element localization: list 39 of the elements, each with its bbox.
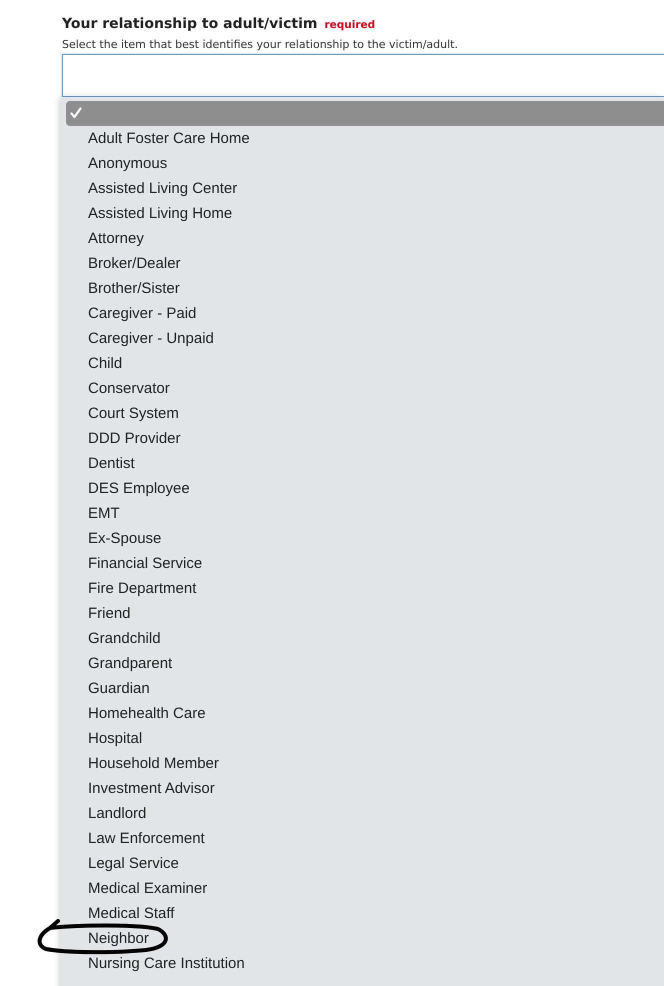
dropdown-option[interactable]: Assisted Living Home [66, 201, 664, 226]
dropdown-option[interactable]: Financial Service [66, 551, 664, 576]
dropdown-option[interactable]: Caregiver - Unpaid [66, 326, 664, 351]
dropdown-option[interactable]: Guardian [66, 676, 664, 701]
dropdown-option[interactable]: Household Member [66, 751, 664, 776]
select-field[interactable] [62, 54, 664, 97]
dropdown-option[interactable]: Medical Examiner [66, 876, 664, 901]
dropdown-option[interactable]: Grandchild [66, 626, 664, 651]
dropdown-option[interactable]: Ex-Spouse [66, 526, 664, 551]
dropdown-option[interactable]: Caregiver - Paid [66, 301, 664, 326]
field-description: Select the item that best identifies your relationship to the victim/adult. [62, 38, 459, 51]
dropdown-option[interactable]: EMT [66, 501, 664, 526]
dropdown-option[interactable]: Attorney [66, 226, 664, 251]
dropdown-option[interactable]: DDD Provider [66, 426, 664, 451]
dropdown-option[interactable]: DES Employee [66, 476, 664, 501]
dropdown-option[interactable]: Medical Staff [66, 901, 664, 926]
dropdown-option[interactable]: Adult Foster Care Home [66, 126, 664, 151]
dropdown-option[interactable]: Court System [66, 401, 664, 426]
dropdown-option[interactable]: Child [66, 351, 664, 376]
dropdown-option[interactable]: Legal Service [66, 851, 664, 876]
dropdown-option[interactable]: Investment Advisor [66, 776, 664, 801]
dropdown-option[interactable]: Grandparent [66, 651, 664, 676]
dropdown-option[interactable]: Brother/Sister [66, 276, 664, 301]
dropdown-option[interactable]: Friend [66, 601, 664, 626]
dropdown-option[interactable]: Assisted Living Center [66, 176, 664, 201]
dropdown-option[interactable]: Anonymous [66, 151, 664, 176]
dropdown-option[interactable]: Conservator [66, 376, 664, 401]
dropdown-option[interactable]: Landlord [66, 801, 664, 826]
field-label: Your relationship to adult/victim [62, 16, 318, 32]
dropdown-option[interactable]: Law Enforcement [66, 826, 664, 851]
required-tag: required [324, 19, 376, 31]
dropdown-option[interactable]: Homehealth Care [66, 701, 664, 726]
dropdown-option[interactable]: Hospital [66, 726, 664, 751]
dropdown-option[interactable]: Nursing Care Institution [66, 951, 664, 976]
check-icon [70, 107, 82, 119]
dropdown-option[interactable]: Dentist [66, 451, 664, 476]
dropdown-option[interactable]: Neighbor [66, 926, 664, 951]
dropdown-option[interactable]: Fire Department [66, 576, 664, 601]
dropdown-option[interactable]: Broker/Dealer [66, 251, 664, 276]
